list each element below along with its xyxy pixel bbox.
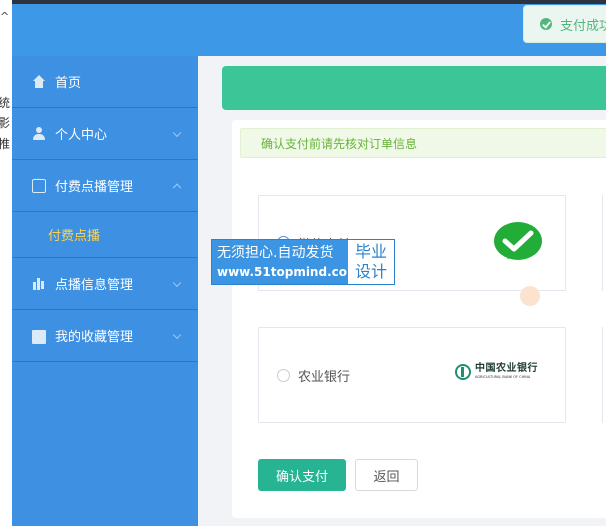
watermark-banner: 无须担心.自动发货 www.51topmind.com 毕业 设计 [211,239,395,285]
sidebar: 首页 个人中心 付费点播管理 付费点播 点播信息管理 我的收藏管理 [12,56,198,526]
chevron-up-icon [172,183,182,192]
left-strip-char: 统 [0,96,11,110]
adjacent-option-edge [602,195,606,291]
bar-chart-icon [32,277,46,291]
chevron-down-icon [172,278,182,287]
sidebar-item-vod-info-management[interactable]: 点播信息管理 [12,258,198,310]
sidebar-item-label: 首页 [55,76,82,91]
folder-icon [32,329,46,344]
toast-message: 支付成功 [560,18,606,34]
notice-text: 确认支付前请先核对订单信息 [261,136,418,151]
home-icon [32,74,46,89]
chevron-up-icon: ^ [0,10,10,23]
wechat-pay-logo [494,222,542,260]
watermark-right-line2: 设计 [354,262,387,281]
chevron-down-icon [172,330,182,339]
sidebar-item-paid-vod-management[interactable]: 付费点播管理 [12,160,198,212]
back-button[interactable]: 返回 [355,459,418,491]
confirm-payment-button[interactable]: 确认支付 [258,459,346,491]
abc-pay-label: 农业银行 [298,370,351,385]
success-check-icon [540,18,552,30]
sidebar-item-home[interactable]: 首页 [12,56,198,108]
abc-bank-logo: 中国农业银行 AGRICULTURAL BANK OF CHINA [455,360,547,384]
sidebar-subitem-label: 付费点播 [48,229,101,244]
abc-logo-cn: 中国农业银行 [475,363,538,375]
page-banner [222,66,606,110]
sidebar-item-label: 我的收藏管理 [55,330,134,345]
sidebar-item-personal-center[interactable]: 个人中心 [12,108,198,160]
abc-radio[interactable] [277,369,290,382]
sidebar-item-label: 点播信息管理 [55,278,134,293]
watermark-line1: 无须担心.自动发货 [217,245,334,261]
sidebar-subitem-paid-vod[interactable]: 付费点播 [12,212,198,258]
sidebar-item-label: 付费点播管理 [55,180,134,195]
sidebar-item-favorites-management[interactable]: 我的收藏管理 [12,310,198,362]
sidebar-item-label: 个人中心 [55,128,108,143]
abc-emblem-icon [455,364,471,380]
watermark-line2: www.51topmind.com [217,265,360,279]
chat-icon [32,175,46,193]
watermark-right-line1: 毕业 [354,242,387,261]
left-edge-strip: ^ 统 影 推 [0,0,12,526]
faint-badge-icon [520,286,540,306]
left-strip-char: 推 [0,137,11,151]
chevron-down-icon [172,128,182,137]
top-header-bar [12,4,606,56]
order-notice: 确认支付前请先核对订单信息 [240,128,606,158]
abc-logo-en: AGRICULTURAL BANK OF CHINA [475,375,531,380]
user-icon [32,126,46,141]
success-toast: 支付成功 [523,5,606,43]
adjacent-option-edge [602,327,606,423]
left-strip-char: 影 [0,116,11,130]
